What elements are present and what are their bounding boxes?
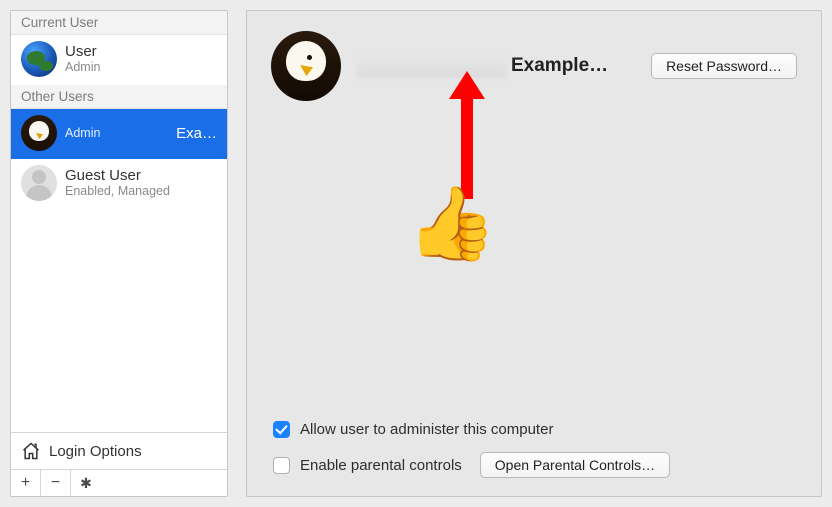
other-user-row-0[interactable]: Admin Exa… xyxy=(11,109,227,159)
add-user-button[interactable]: + xyxy=(11,470,41,496)
allow-admin-label: Allow user to administer this computer xyxy=(300,421,553,438)
thumbs-up-icon: 👍 xyxy=(407,181,497,266)
allow-admin-checkbox[interactable] xyxy=(273,421,290,438)
current-user-header: Current User xyxy=(11,11,227,35)
sidebar-toolbar: + − ✱ xyxy=(11,469,227,496)
other-user-0-role: Admin xyxy=(65,126,100,140)
other-user-1-name: Guest User xyxy=(65,167,170,184)
other-user-1-role: Enabled, Managed xyxy=(65,184,170,198)
user-detail-panel: Example… Reset Password… 👍 Allow user to… xyxy=(246,10,822,497)
user-actions-button[interactable]: ✱ xyxy=(71,470,101,496)
plus-icon: + xyxy=(21,474,30,492)
profile-avatar[interactable] xyxy=(271,31,341,101)
other-user-row-1[interactable]: Guest User Enabled, Managed xyxy=(11,159,227,209)
allow-admin-row[interactable]: Allow user to administer this computer xyxy=(273,421,797,438)
display-name-suffix: Example… xyxy=(511,55,608,77)
current-user-row[interactable]: User Admin xyxy=(11,35,227,85)
other-users-header: Other Users xyxy=(11,85,227,109)
login-options-label: Login Options xyxy=(49,443,142,460)
current-user-role: Admin xyxy=(65,60,100,74)
reset-password-button[interactable]: Reset Password… xyxy=(651,53,797,79)
home-icon xyxy=(21,441,41,461)
gear-icon: ✱ xyxy=(80,475,92,492)
remove-user-button[interactable]: − xyxy=(41,470,71,496)
other-user-0-name-extra: Exa… xyxy=(108,125,217,142)
earth-avatar-icon xyxy=(21,41,57,77)
minus-icon: − xyxy=(51,474,60,492)
users-sidebar: Current User User Admin Other Users Admi… xyxy=(10,10,228,497)
current-user-name: User xyxy=(65,43,100,60)
parental-controls-row[interactable]: Enable parental controls xyxy=(273,457,462,474)
redacted-name xyxy=(357,54,507,78)
eagle-avatar-icon xyxy=(21,115,57,151)
login-options-row[interactable]: Login Options xyxy=(11,432,227,469)
parental-controls-label: Enable parental controls xyxy=(300,457,462,474)
open-parental-controls-button[interactable]: Open Parental Controls… xyxy=(480,452,670,478)
silhouette-avatar-icon xyxy=(21,165,57,201)
parental-controls-checkbox[interactable] xyxy=(273,457,290,474)
